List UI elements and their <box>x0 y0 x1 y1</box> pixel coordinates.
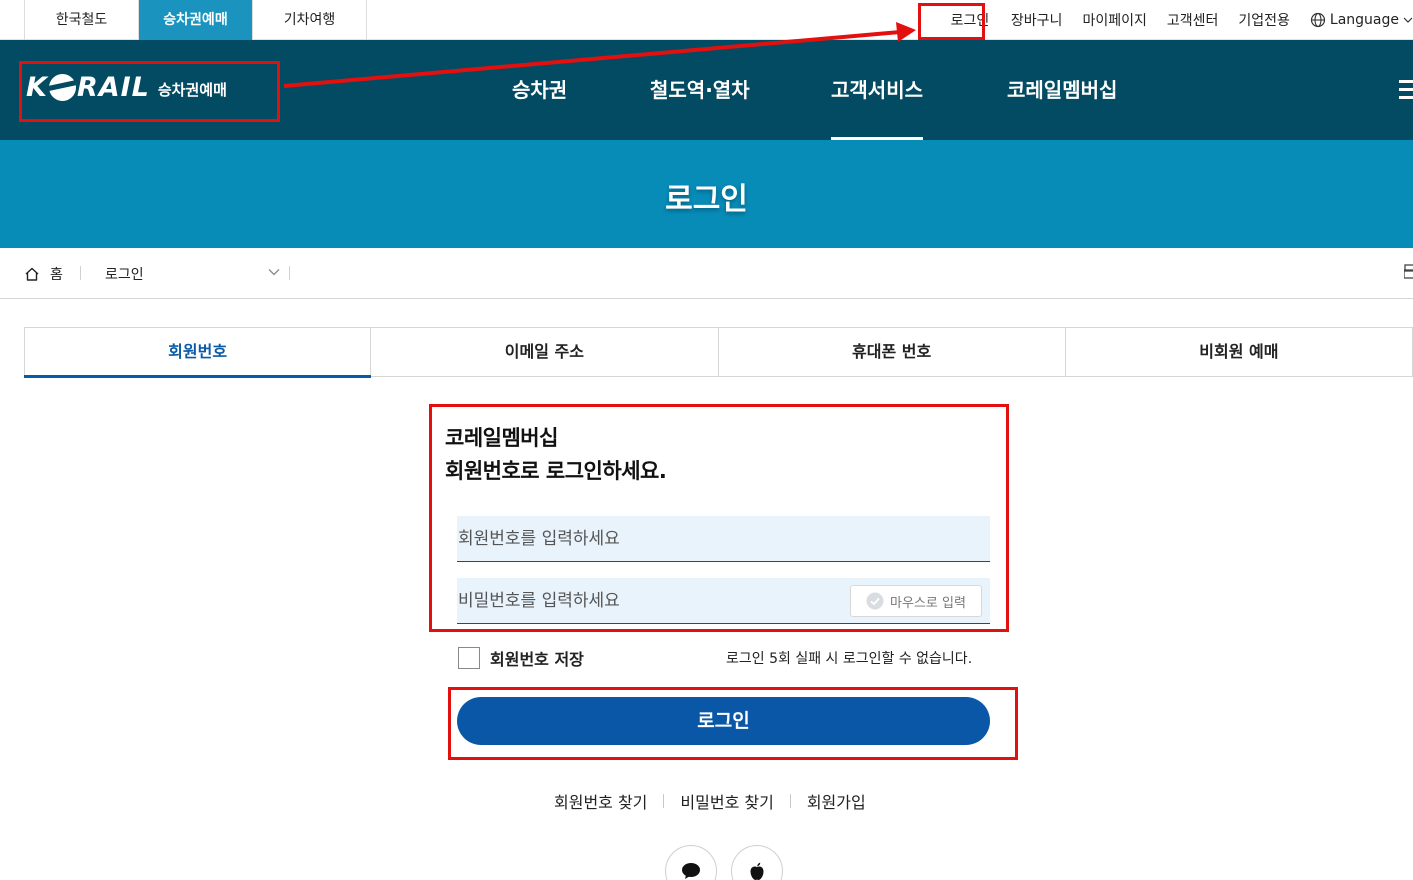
corporate-link[interactable]: 기업전용 <box>1228 10 1300 30</box>
save-member-number-label: 회원번호 저장 <box>490 650 584 669</box>
customer-center-link[interactable]: 고객센터 <box>1157 10 1229 30</box>
breadcrumb-current[interactable]: 로그인 <box>105 264 144 284</box>
tab-phone[interactable]: 휴대폰 번호 <box>719 328 1066 376</box>
nav-item-membership[interactable]: 코레일멤버십 <box>1007 40 1117 140</box>
tab-member-number[interactable]: 회원번호 <box>24 328 372 378</box>
chevron-down-icon <box>1403 17 1413 23</box>
member-number-field[interactable] <box>457 516 990 562</box>
helper-divider <box>663 794 665 808</box>
find-member-number-link[interactable]: 회원번호 찾기 <box>554 789 647 813</box>
check-circle-icon <box>866 592 884 610</box>
login-heading: 코레일멤버십 회원번호로 로그인하세요. <box>445 422 667 488</box>
chevron-down-icon[interactable] <box>268 268 280 276</box>
main-nav-items: 승차권 철도역·열차 고객서비스 코레일멤버십 <box>0 40 1413 140</box>
site-tab-train-travel[interactable]: 기차여행 <box>253 0 367 40</box>
login-method-tabs: 회원번호 이메일 주소 휴대폰 번호 비회원 예매 <box>24 327 1413 378</box>
language-selector[interactable]: Language <box>1300 12 1413 28</box>
login-link[interactable]: 로그인 <box>939 10 1001 30</box>
login-button[interactable]: 로그인 <box>457 697 990 745</box>
page-title: 로그인 <box>665 182 748 217</box>
login-heading-line1: 코레일멤버십 <box>445 426 558 450</box>
breadcrumb-home-label: 홈 <box>50 267 63 283</box>
chat-bubble-icon <box>682 863 700 879</box>
site-tabs: 한국철도 승차권예매 기차여행 <box>24 0 367 40</box>
menu-icon[interactable] <box>1399 80 1413 100</box>
helper-links: 회원번호 찾기 비밀번호 찾기 회원가입 <box>554 789 866 813</box>
site-tab-korail[interactable]: 한국철도 <box>25 0 139 40</box>
site-tab-ticketing[interactable]: 승차권예매 <box>139 0 253 40</box>
nav-item-stations-trains[interactable]: 철도역·열차 <box>650 40 750 140</box>
find-password-link[interactable]: 비밀번호 찾기 <box>680 789 773 813</box>
tab-email[interactable]: 이메일 주소 <box>371 328 719 376</box>
globe-icon <box>1310 12 1326 28</box>
cart-link[interactable]: 장바구니 <box>1001 10 1073 30</box>
page-banner: 로그인 <box>0 140 1413 248</box>
mouse-input-button[interactable]: 마우스로 입력 <box>850 585 982 617</box>
member-number-input[interactable] <box>457 516 990 561</box>
save-member-number-option[interactable]: 회원번호 저장 <box>458 646 584 670</box>
mypage-link[interactable]: 마이페이지 <box>1072 10 1156 30</box>
password-field[interactable]: 마우스로 입력 <box>457 578 990 624</box>
sign-up-link[interactable]: 회원가입 <box>807 789 866 813</box>
login-heading-line2: 회원번호로 로그인하세요. <box>445 459 667 483</box>
breadcrumb-divider <box>80 266 81 280</box>
chat-login-button[interactable] <box>665 845 717 880</box>
tab-non-member[interactable]: 비회원 예매 <box>1066 328 1413 376</box>
utility-links: 로그인 장바구니 마이페이지 고객센터 기업전용 Language <box>939 0 1413 40</box>
print-icon[interactable] <box>1404 264 1413 282</box>
apple-icon <box>750 862 764 880</box>
login-failure-notice: 로그인 5회 실패 시 로그인할 수 없습니다. <box>726 651 973 667</box>
mouse-input-label: 마우스로 입력 <box>890 595 966 611</box>
helper-divider <box>789 794 791 808</box>
nav-item-tickets[interactable]: 승차권 <box>512 40 567 140</box>
apple-login-button[interactable] <box>731 845 783 880</box>
save-member-number-checkbox[interactable] <box>458 647 480 669</box>
breadcrumb-home[interactable]: 홈 <box>24 264 63 284</box>
breadcrumb-divider <box>289 266 290 280</box>
top-utility-bar: 한국철도 승차권예매 기차여행 로그인 장바구니 마이페이지 고객센터 기업전용… <box>0 0 1413 40</box>
breadcrumb: 홈 로그인 <box>0 248 1413 299</box>
nav-item-customer-service[interactable]: 고객서비스 <box>831 40 923 140</box>
home-icon <box>25 267 39 281</box>
language-label: Language <box>1329 12 1399 28</box>
